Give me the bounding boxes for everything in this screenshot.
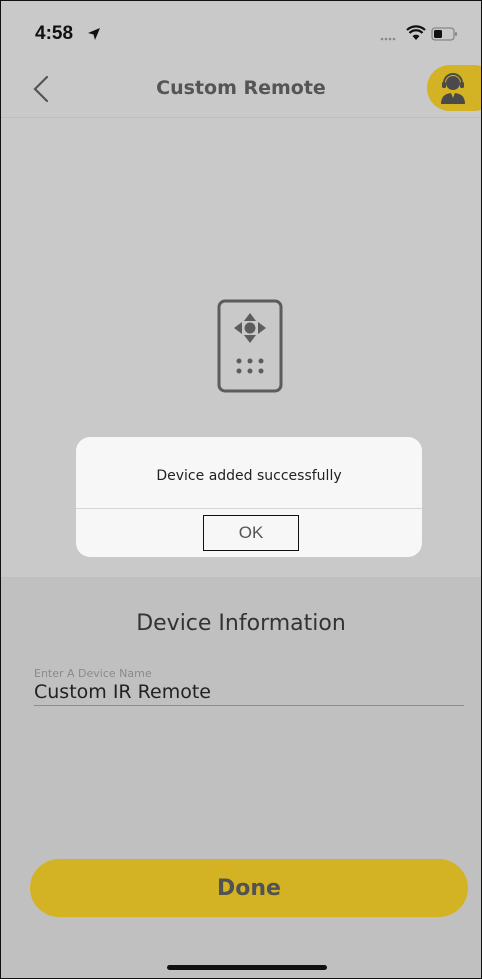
device-name-input[interactable]: Custom IR Remote bbox=[34, 681, 211, 703]
section-title: Device Information bbox=[136, 611, 346, 636]
done-button[interactable]: Done bbox=[30, 859, 468, 917]
status-icons bbox=[379, 25, 459, 43]
device-name-underline bbox=[34, 705, 464, 706]
customer-support-icon bbox=[441, 73, 465, 104]
device-name-label: Enter A Device Name bbox=[34, 667, 152, 680]
device-info-panel: Device Information Enter A Device Name C… bbox=[1, 577, 481, 978]
location-arrow-icon bbox=[88, 28, 100, 40]
status-time: 4:58 bbox=[35, 23, 74, 44]
ok-button[interactable]: OK bbox=[203, 515, 299, 551]
page-title: Custom Remote bbox=[156, 77, 326, 99]
cellular-dots-icon bbox=[380, 37, 396, 41]
alert-divider bbox=[76, 508, 422, 509]
home-indicator bbox=[167, 965, 327, 970]
support-button[interactable] bbox=[427, 65, 481, 111]
alert-message: Device added successfully bbox=[156, 468, 342, 484]
alert-dialog: Device added successfully OK bbox=[76, 437, 422, 557]
wifi-icon bbox=[406, 25, 426, 40]
app-screen: 4:58 Custom Remote Device Information En… bbox=[0, 0, 482, 979]
battery-icon bbox=[431, 27, 457, 41]
status-bar: 4:58 bbox=[1, 1, 481, 61]
nav-bar: Custom Remote bbox=[1, 61, 481, 118]
remote-control-icon bbox=[217, 299, 283, 393]
